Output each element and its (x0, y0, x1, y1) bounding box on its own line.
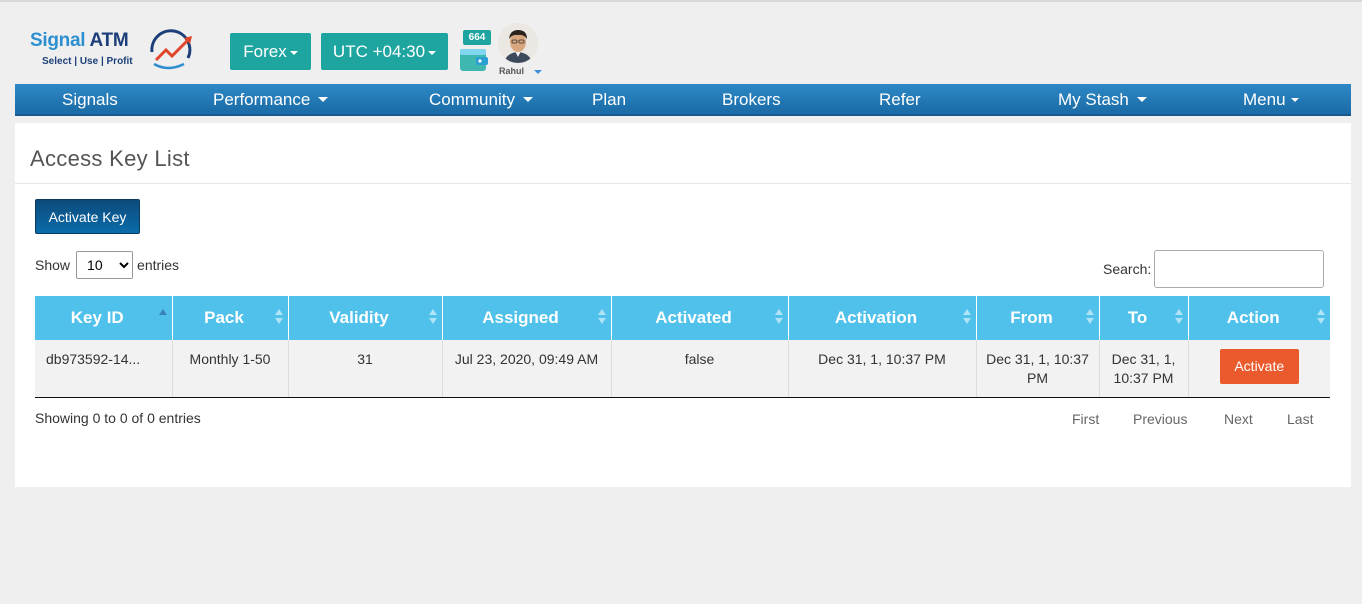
column-header-activation[interactable]: Activation (788, 296, 977, 340)
nav-performance-label: Performance (213, 90, 311, 109)
length-prefix-label: Show (35, 257, 71, 273)
nav-refer[interactable]: Refer (879, 84, 921, 116)
column-label: Assigned (482, 308, 559, 327)
table-header-row: Key ID Pack Validity Assigned Activated … (35, 296, 1330, 340)
cell-action: Activate (1188, 340, 1330, 398)
pager-next[interactable]: Next (1224, 411, 1253, 427)
timezone-dropdown[interactable]: UTC +04:30 (321, 33, 448, 70)
nav-community-label: Community (429, 90, 515, 109)
sort-icon (1085, 309, 1094, 327)
pager-previous[interactable]: Previous (1133, 411, 1187, 427)
user-name[interactable]: Rahul (499, 66, 524, 76)
sort-icon (1317, 309, 1325, 327)
caret-down-icon (1290, 98, 1299, 102)
cell-activation: Dec 31, 1, 10:37 PM (788, 340, 977, 398)
table-info: Showing 0 to 0 of 0 entries (35, 410, 201, 426)
column-label: From (1010, 308, 1053, 327)
nav-community[interactable]: Community (429, 84, 533, 116)
column-header-assigned[interactable]: Assigned (442, 296, 612, 340)
access-key-table: Key ID Pack Validity Assigned Activated … (35, 296, 1330, 398)
logo-swoosh-icon (150, 29, 192, 70)
sort-ascending-icon (158, 309, 167, 327)
caret-down-icon (318, 97, 329, 102)
sort-icon (1174, 309, 1183, 327)
nav-brokers[interactable]: Brokers (722, 84, 781, 116)
table-search: Search: (1103, 250, 1325, 288)
sort-icon (962, 309, 971, 327)
wallet-count-badge: 664 (463, 30, 491, 45)
market-dropdown[interactable]: Forex (230, 33, 311, 70)
nav-refer-label: Refer (879, 90, 921, 109)
brand-tagline: Select | Use | Profit (42, 56, 133, 67)
nav-signals[interactable]: Signals (62, 84, 118, 116)
wallet-button[interactable]: 664 (458, 30, 492, 74)
search-input[interactable] (1154, 250, 1325, 288)
column-label: Pack (204, 308, 244, 327)
cell-validity: 31 (288, 340, 443, 398)
brand-name-part2: ATM (89, 30, 129, 51)
caret-down-icon (428, 50, 437, 55)
user-menu-caret-icon[interactable] (534, 70, 542, 74)
nav-my-stash[interactable]: My Stash (1058, 84, 1147, 116)
nav-brokers-label: Brokers (722, 90, 781, 109)
caret-down-icon (289, 50, 298, 55)
nav-performance[interactable]: Performance (213, 84, 329, 116)
column-header-validity[interactable]: Validity (288, 296, 443, 340)
caret-down-icon (522, 97, 533, 102)
column-header-action[interactable]: Action (1188, 296, 1330, 340)
column-header-activated[interactable]: Activated (611, 296, 789, 340)
market-label: Forex (243, 41, 287, 61)
nav-signals-label: Signals (62, 90, 118, 109)
column-header-to[interactable]: To (1099, 296, 1189, 340)
sort-icon (274, 309, 283, 327)
pager-last[interactable]: Last (1287, 411, 1313, 427)
search-label: Search: (1103, 261, 1152, 277)
column-label: Activated (655, 308, 732, 327)
cell-pack: Monthly 1-50 (172, 340, 289, 398)
cell-to: Dec 31, 1, 10:37 PM (1099, 340, 1189, 398)
sort-icon (428, 309, 437, 327)
panel-header: Access Key List (15, 123, 1351, 184)
column-header-key-id[interactable]: Key ID (35, 296, 173, 340)
length-suffix-label: entries (137, 257, 180, 273)
brand-logo[interactable]: Signal ATM Select | Use | Profit (28, 28, 198, 74)
table-row: db973592-14... Monthly 1-50 31 Jul 23, 2… (35, 340, 1330, 398)
caret-down-icon (1136, 97, 1147, 102)
column-label: Action (1226, 308, 1280, 327)
nav-my-stash-label: My Stash (1058, 90, 1129, 109)
column-header-from[interactable]: From (976, 296, 1100, 340)
nav-plan-label: Plan (592, 90, 627, 109)
column-label: Activation (834, 308, 918, 327)
column-label: To (1127, 308, 1148, 327)
entries-per-page-select[interactable]: 10 (76, 251, 134, 279)
user-avatar[interactable] (498, 23, 538, 63)
page-title: Access Key List (30, 146, 190, 171)
main-navbar: Signals Performance Community Plan Broke… (15, 84, 1351, 116)
pager-first[interactable]: First (1072, 411, 1099, 427)
column-label: Key ID (70, 308, 124, 327)
sort-icon (774, 309, 783, 327)
activate-row-button[interactable]: Activate (1219, 349, 1299, 384)
activate-key-button[interactable]: Activate Key (35, 199, 140, 234)
cell-key-id: db973592-14... (35, 340, 173, 398)
cell-activated: false (611, 340, 789, 398)
timezone-label: UTC +04:30 (332, 41, 426, 61)
column-label: Validity (329, 308, 389, 327)
nav-menu-label: Menu (1243, 90, 1286, 109)
content-panel: Access Key List Activate Key Show 10 ent… (15, 123, 1351, 487)
brand-name-part1: Signal (30, 30, 86, 51)
entries-length-control: Show 10 entries (35, 251, 179, 279)
nav-menu[interactable]: Menu (1243, 84, 1299, 116)
user-photo-icon (498, 23, 538, 63)
column-header-pack[interactable]: Pack (172, 296, 289, 340)
sort-icon (597, 309, 606, 327)
wallet-icon (460, 49, 488, 71)
cell-assigned: Jul 23, 2020, 09:49 AM (442, 340, 612, 398)
cell-from: Dec 31, 1, 10:37 PM (976, 340, 1100, 398)
site-header: Signal ATM Select | Use | Profit Forex U… (0, 2, 1362, 84)
brand-name: Signal ATM (30, 30, 129, 52)
nav-plan[interactable]: Plan (592, 84, 626, 116)
